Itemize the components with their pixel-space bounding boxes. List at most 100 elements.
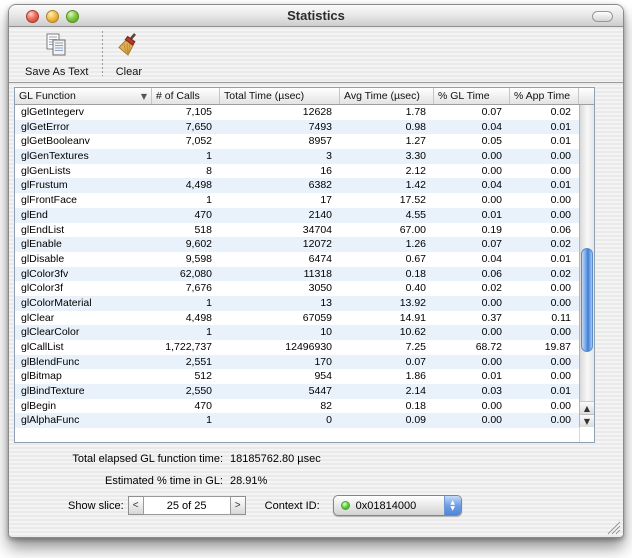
table-row[interactable]: glFrontFace 1 17 17.52 0.00 0.00 bbox=[15, 193, 579, 208]
cell: 1,722,737 bbox=[165, 341, 212, 353]
cell: glGenTextures bbox=[21, 150, 89, 163]
cell: 0.00 bbox=[481, 355, 502, 368]
cell: glBlendFunc bbox=[21, 355, 80, 368]
save-as-text-button[interactable]: Save As Text bbox=[25, 32, 88, 78]
vertical-scrollbar[interactable]: ▲ ▼ bbox=[579, 105, 594, 427]
table-row[interactable]: glBegin 470 82 0.18 0.00 0.00 bbox=[15, 399, 579, 414]
cell: glDisable bbox=[21, 252, 65, 265]
table-row[interactable]: glEnable 9,602 12072 1.26 0.07 0.02 bbox=[15, 237, 579, 252]
table-row[interactable]: glFrustum 4,498 6382 1.42 0.04 0.01 bbox=[15, 178, 579, 194]
scrollbar-thumb[interactable] bbox=[581, 248, 593, 352]
table-row[interactable]: glEndList 518 34704 67.00 0.19 0.06 bbox=[15, 223, 579, 238]
cell: glAlphaFunc bbox=[21, 414, 80, 427]
cell: glBindTexture bbox=[21, 385, 85, 398]
cell: 62,080 bbox=[179, 267, 212, 280]
cell: 0.01 bbox=[550, 135, 571, 148]
cell: 0.02 bbox=[550, 106, 571, 118]
cell: 170 bbox=[314, 355, 332, 368]
table-row[interactable]: glBitmap 512 954 1.86 0.01 0.00 bbox=[15, 369, 579, 384]
cell: 0.06 bbox=[481, 267, 502, 280]
cell: 954 bbox=[314, 370, 332, 383]
cell: 1.42 bbox=[405, 179, 426, 192]
previous-slice-button[interactable]: < bbox=[127, 496, 143, 515]
show-slice-label: Show slice: bbox=[68, 499, 124, 512]
cell: 0.01 bbox=[550, 252, 571, 265]
clear-button[interactable]: Clear bbox=[115, 32, 142, 78]
table-row[interactable]: glColor3f 7,676 3050 0.40 0.02 0.00 bbox=[15, 281, 579, 296]
table-row[interactable]: glDisable 9,598 6474 0.67 0.04 0.01 bbox=[15, 252, 579, 267]
table-body: glGetIntegerv 7,105 12628 1.78 0.07 0.02 glGet… bbox=[15, 105, 579, 442]
scroll-down-arrow-icon[interactable]: ▼ bbox=[580, 414, 594, 427]
cell: 1.86 bbox=[405, 370, 426, 383]
title-bar[interactable]: Statistics bbox=[9, 5, 623, 27]
cell: 10 bbox=[320, 326, 332, 339]
cell: 7.25 bbox=[405, 341, 426, 353]
context-status-dot-icon bbox=[340, 501, 350, 510]
table-row[interactable]: glColorMaterial 1 13 13.92 0.00 0.00 bbox=[15, 295, 579, 311]
cell: 12072 bbox=[302, 238, 332, 251]
cell: glGetError bbox=[21, 120, 70, 133]
column-header[interactable]: % GL Time bbox=[434, 88, 510, 104]
slice-input[interactable] bbox=[142, 496, 231, 515]
column-header[interactable]: % App Time bbox=[510, 88, 579, 104]
cell: 2,550 bbox=[185, 385, 212, 398]
table-row[interactable]: glColor3fv 62,080 11318 0.18 0.06 0.02 bbox=[15, 266, 579, 282]
cell: 7,650 bbox=[185, 120, 212, 133]
cell: 0.00 bbox=[550, 208, 571, 221]
cell: glFrustum bbox=[21, 179, 68, 192]
table-row[interactable]: glGetError 7,650 7493 0.98 0.04 0.01 bbox=[15, 119, 579, 135]
clear-broom-icon bbox=[115, 32, 142, 64]
cell: 0.01 bbox=[550, 179, 571, 192]
cell: 0.07 bbox=[481, 106, 502, 118]
table-row[interactable]: glCallList 1,722,737 12496930 7.25 68.72 19.8… bbox=[15, 340, 579, 355]
cell: 1 bbox=[206, 296, 212, 309]
column-header[interactable]: Total Time (µsec) bbox=[220, 88, 340, 104]
cell: 0.00 bbox=[550, 326, 571, 339]
table-row[interactable]: glAlphaFunc 1 0 0.09 0.00 0.00 bbox=[15, 413, 579, 429]
sort-descending-icon: ▼ bbox=[140, 91, 147, 101]
table-row[interactable]: glGetIntegerv 7,105 12628 1.78 0.07 0.02 bbox=[15, 105, 579, 120]
cell: 7,676 bbox=[185, 282, 212, 295]
cell: 13.92 bbox=[399, 296, 426, 309]
cell: glBegin bbox=[21, 399, 57, 412]
cell: glGetIntegerv bbox=[21, 106, 85, 118]
column-header[interactable]: GL Function ▼ bbox=[15, 88, 152, 104]
scroll-up-arrow-icon[interactable]: ▲ bbox=[580, 401, 594, 414]
column-header[interactable]: Avg Time (µsec) bbox=[340, 88, 434, 104]
cell: glGetBooleanv bbox=[21, 135, 90, 148]
table-row[interactable]: glGetBooleanv 7,052 8957 1.27 0.05 0.01 bbox=[15, 134, 579, 149]
context-id-popup[interactable]: 0x01814000 ▲ ▼ bbox=[332, 495, 462, 516]
cell: glFrontFace bbox=[21, 194, 78, 207]
cell: 0.00 bbox=[550, 296, 571, 309]
save-as-text-label: Save As Text bbox=[25, 66, 89, 78]
cell: 0.00 bbox=[550, 150, 571, 163]
table-row[interactable]: glGenLists 8 16 2.12 0.00 0.00 bbox=[15, 164, 579, 179]
table-row[interactable]: glBindTexture 2,550 5447 2.14 0.03 0.01 bbox=[15, 384, 579, 399]
table-row[interactable]: glEnd 470 2140 4.55 0.01 0.00 bbox=[15, 207, 579, 223]
cell: 3 bbox=[326, 150, 332, 163]
toolbar-toggle-button[interactable] bbox=[592, 11, 613, 22]
total-time-label: Total elapsed GL function time: bbox=[72, 453, 223, 465]
cell: 5447 bbox=[308, 385, 332, 398]
cell: 3050 bbox=[308, 282, 332, 295]
table-row[interactable]: glBlendFunc 2,551 170 0.07 0.00 0.00 bbox=[15, 354, 579, 370]
close-button[interactable] bbox=[26, 10, 39, 23]
cell: glEnable bbox=[21, 238, 62, 251]
table-row[interactable]: glClearColor 1 10 10.62 0.00 0.00 bbox=[15, 325, 579, 340]
minimize-button[interactable] bbox=[46, 10, 59, 23]
column-header[interactable]: # of Calls bbox=[152, 88, 220, 104]
cell: 470 bbox=[194, 208, 212, 221]
toolbar-separator bbox=[102, 31, 104, 76]
table-row[interactable]: glGenTextures 1 3 3.30 0.00 0.00 bbox=[15, 149, 579, 164]
cell: 0.00 bbox=[550, 414, 571, 427]
bottom-controls: Show slice: < > Context ID: 0x01814000 ▲… bbox=[68, 495, 462, 516]
next-slice-button[interactable]: > bbox=[230, 496, 246, 515]
cell: 82 bbox=[320, 399, 332, 412]
cell: 0.00 bbox=[550, 355, 571, 368]
cell: 0.01 bbox=[550, 120, 571, 133]
cell: 0.00 bbox=[550, 194, 571, 207]
resize-grip[interactable] bbox=[605, 519, 621, 535]
zoom-button[interactable] bbox=[66, 10, 79, 23]
table-row[interactable]: glClear 4,498 67059 14.91 0.37 0.11 bbox=[15, 311, 579, 326]
cell: 512 bbox=[194, 370, 212, 383]
